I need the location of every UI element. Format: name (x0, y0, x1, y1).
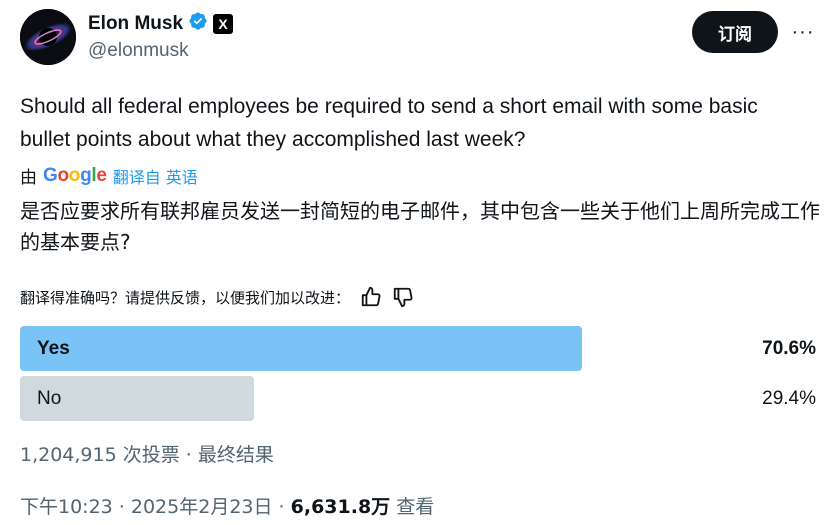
x-affiliate-badge-icon: X (213, 13, 234, 34)
tweet-timestamp-row: 下午10:23 · 2025年2月23日 · 6,631.8万 查看 (20, 492, 434, 519)
subscribe-button[interactable]: 订阅 (692, 11, 778, 53)
verified-badge-icon (188, 11, 208, 36)
poll-option-label: Yes (37, 338, 70, 359)
poll-option-percent: 70.6% (762, 338, 816, 359)
translated-from-link[interactable]: 翻译自 英语 (113, 164, 198, 188)
translation-attribution: 由 Google 翻译自 英语 (20, 163, 198, 189)
translation-feedback: 翻译得准确吗？请提供反馈，以便我们加以改进： (20, 286, 414, 308)
poll-bar-yes (20, 326, 582, 371)
thumbs-down-icon[interactable] (392, 286, 414, 308)
translated-tweet-text: 是否应要求所有联邦雇员发送一封简短的电子邮件，其中包含一些关于他们上周所完成工作… (20, 199, 820, 254)
author-name-row[interactable]: Elon Musk X (88, 11, 234, 36)
poll-option-no: No 29.4% (20, 376, 816, 421)
view-count: 6,631.8万 (290, 496, 391, 518)
poll-vote-count: 1,204,915 次投票 · 最终结果 (20, 444, 274, 466)
thumbs-up-icon[interactable] (360, 286, 382, 308)
author-name[interactable]: Elon Musk (88, 13, 183, 35)
translated-by-label: 由 (20, 168, 37, 188)
poll-option-percent: 29.4% (762, 388, 816, 409)
views-label: 查看 (390, 496, 435, 518)
tweet-text: Should all federal employees be required… (20, 95, 758, 151)
avatar[interactable] (20, 9, 76, 65)
author-handle[interactable]: @elonmusk (88, 40, 189, 62)
tweet-timestamp[interactable]: 下午10:23 · 2025年2月23日 · (20, 496, 291, 518)
google-logo: Google (43, 164, 107, 186)
avatar-image (20, 9, 76, 65)
more-options-icon[interactable]: ··· (790, 20, 816, 44)
poll-option-label: No (37, 388, 62, 409)
feedback-prompt: 翻译得准确吗？请提供反馈，以便我们加以改进： (20, 288, 351, 307)
poll-option-yes: Yes 70.6% (20, 326, 816, 371)
